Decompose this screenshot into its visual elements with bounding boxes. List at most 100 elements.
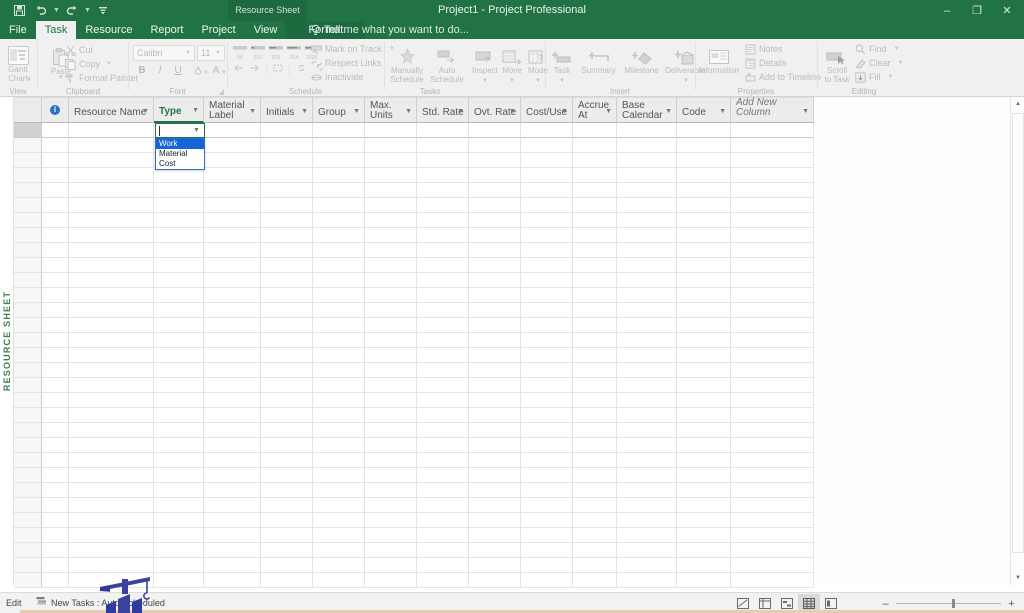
cell-add-new-column[interactable] — [731, 228, 814, 243]
cell-initials[interactable] — [261, 453, 313, 468]
cell-add-new-column[interactable] — [731, 423, 814, 438]
cell-indicators[interactable] — [42, 333, 69, 348]
cell-cost-per-use[interactable] — [521, 138, 573, 153]
mark-on-track-button[interactable]: Mark on Track ▼ — [310, 43, 395, 55]
cell-code[interactable] — [677, 123, 731, 138]
cell-add-new-column[interactable] — [731, 513, 814, 528]
cell-material-label[interactable] — [204, 258, 261, 273]
gantt-chart-button[interactable]: Gantt Chart — [0, 43, 38, 83]
cell-add-new-column[interactable] — [731, 528, 814, 543]
cell-cost-per-use[interactable] — [521, 513, 573, 528]
cell-type[interactable] — [154, 243, 204, 258]
row-header-cell[interactable] — [14, 423, 42, 438]
cell-max-units[interactable] — [365, 123, 417, 138]
column-filter-caret-icon[interactable]: ▼ — [142, 107, 149, 117]
cell-resource-name[interactable] — [69, 423, 154, 438]
row-header-cell[interactable] — [14, 333, 42, 348]
cell-cost-per-use[interactable] — [521, 528, 573, 543]
cell-ovt-rate[interactable] — [469, 393, 521, 408]
column-filter-caret-icon[interactable]: ▼ — [405, 107, 412, 117]
cell-base-calendar[interactable] — [617, 303, 677, 318]
cell-initials[interactable] — [261, 138, 313, 153]
cell-code[interactable] — [677, 303, 731, 318]
column-filter-caret-icon[interactable]: ▼ — [605, 107, 612, 117]
cell-max-units[interactable] — [365, 213, 417, 228]
table-row[interactable] — [14, 213, 814, 228]
cell-accrue-at[interactable] — [573, 363, 617, 378]
fill-caret[interactable]: ▼ — [888, 74, 894, 80]
cell-accrue-at[interactable] — [573, 513, 617, 528]
table-row[interactable] — [14, 483, 814, 498]
row-header-cell[interactable] — [14, 168, 42, 183]
cell-ovt-rate[interactable] — [469, 348, 521, 363]
dropdown-item-work[interactable]: Work — [156, 139, 204, 149]
cell-group[interactable] — [313, 243, 365, 258]
cell-indicators[interactable] — [42, 543, 69, 558]
cell-add-new-column[interactable] — [731, 198, 814, 213]
cell-base-calendar[interactable] — [617, 408, 677, 423]
cell-type[interactable] — [154, 168, 204, 183]
cell-material-label[interactable] — [204, 198, 261, 213]
tab-project[interactable]: Project — [192, 21, 244, 39]
cell-cost-per-use[interactable] — [521, 288, 573, 303]
table-row[interactable] — [14, 333, 814, 348]
cell-code[interactable] — [677, 423, 731, 438]
cell-material-label[interactable] — [204, 453, 261, 468]
cell-group[interactable] — [313, 498, 365, 513]
cell-ovt-rate[interactable] — [469, 468, 521, 483]
cell-group[interactable] — [313, 258, 365, 273]
cell-max-units[interactable] — [365, 483, 417, 498]
cell-cost-per-use[interactable] — [521, 498, 573, 513]
percent-50-button[interactable]: 50X — [268, 44, 284, 61]
cell-ovt-rate[interactable] — [469, 288, 521, 303]
cell-code[interactable] — [677, 258, 731, 273]
cell-material-label[interactable] — [204, 423, 261, 438]
cell-group[interactable] — [313, 198, 365, 213]
cell-std-rate[interactable] — [417, 498, 469, 513]
cell-std-rate[interactable] — [417, 303, 469, 318]
cell-material-label[interactable] — [204, 468, 261, 483]
cell-ovt-rate[interactable] — [469, 558, 521, 573]
cell-std-rate[interactable] — [417, 438, 469, 453]
cell-std-rate[interactable] — [417, 513, 469, 528]
cell-resource-name[interactable] — [69, 513, 154, 528]
cell-initials[interactable] — [261, 258, 313, 273]
table-row[interactable] — [14, 318, 814, 333]
indent-task-icon[interactable] — [249, 63, 261, 76]
cell-ovt-rate[interactable] — [469, 573, 521, 588]
cell-initials[interactable] — [261, 528, 313, 543]
cell-indicators[interactable] — [42, 303, 69, 318]
table-row[interactable] — [14, 423, 814, 438]
cell-initials[interactable] — [261, 213, 313, 228]
cell-max-units[interactable] — [365, 138, 417, 153]
cell-add-new-column[interactable] — [731, 303, 814, 318]
cell-type[interactable] — [154, 318, 204, 333]
cell-ovt-rate[interactable] — [469, 228, 521, 243]
cell-add-new-column[interactable] — [731, 363, 814, 378]
type-cell-editor[interactable]: ▼ — [155, 123, 205, 138]
cell-base-calendar[interactable] — [617, 498, 677, 513]
cell-type[interactable] — [154, 543, 204, 558]
font-size-input[interactable]: 11 ▼ — [197, 45, 225, 61]
cell-accrue-at[interactable] — [573, 468, 617, 483]
table-row[interactable] — [14, 258, 814, 273]
cell-accrue-at[interactable] — [573, 273, 617, 288]
cell-code[interactable] — [677, 138, 731, 153]
copy-dropdown-caret[interactable]: ▼ — [106, 61, 112, 67]
cell-resource-name[interactable] — [69, 438, 154, 453]
cell-cost-per-use[interactable] — [521, 483, 573, 498]
percent-0-button[interactable]: 0X — [232, 44, 248, 61]
cell-resource-name[interactable] — [69, 138, 154, 153]
auto-schedule-button[interactable]: Auto Schedule — [427, 44, 467, 84]
clear-caret[interactable]: ▼ — [898, 60, 904, 66]
tab-report[interactable]: Report — [141, 21, 192, 39]
row-header-cell[interactable] — [14, 453, 42, 468]
zoom-slider-track[interactable] — [896, 599, 1001, 608]
cell-base-calendar[interactable] — [617, 153, 677, 168]
cell-material-label[interactable] — [204, 318, 261, 333]
insert-task-caret[interactable]: ▼ — [559, 78, 565, 84]
notes-button[interactable]: Notes — [744, 43, 783, 55]
cell-ovt-rate[interactable] — [469, 408, 521, 423]
column-header-material-label[interactable]: Material Label ▼ — [204, 97, 261, 123]
cell-add-new-column[interactable] — [731, 333, 814, 348]
